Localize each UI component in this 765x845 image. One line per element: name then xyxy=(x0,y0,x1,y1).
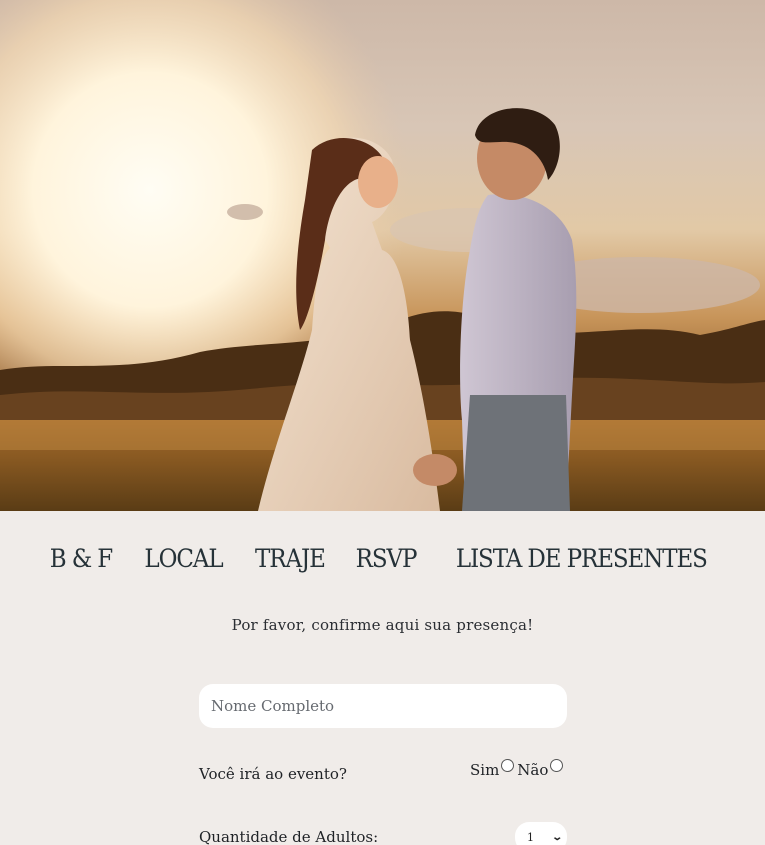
chevron-down-icon: ⌄ xyxy=(550,831,563,843)
attending-yes-radio[interactable] xyxy=(501,759,515,772)
adults-quantity-select[interactable]: 1 ⌄ xyxy=(515,822,567,845)
attending-radio-group: Sim Não xyxy=(470,759,564,781)
attending-option-yes-label: Sim xyxy=(470,761,500,779)
attending-option-no-label: Não xyxy=(517,761,549,779)
adults-quantity-value: 1 xyxy=(527,830,534,844)
nav-item-local[interactable]: LOCAL xyxy=(144,544,223,573)
nav-item-traje[interactable]: TRAJE xyxy=(255,544,326,573)
attending-option-no: Não xyxy=(517,759,564,779)
attending-option-yes: Sim xyxy=(470,759,515,779)
full-name-input[interactable] xyxy=(199,684,567,728)
nav-item-rsvp[interactable]: RSVP xyxy=(356,544,418,573)
attending-question-label: Você irá ao evento? xyxy=(199,765,347,783)
page: B & F LOCAL TRAJE RSVP LISTA DE PRESENTE… xyxy=(0,0,765,845)
nav-item-home[interactable]: B & F xyxy=(50,544,114,573)
adults-quantity-label: Quantidade de Adultos: xyxy=(199,828,379,845)
nav-item-lista-de-presentes[interactable]: LISTA DE PRESENTES xyxy=(456,544,708,573)
hero-photo xyxy=(0,0,765,511)
hero-illustration xyxy=(0,0,765,511)
attending-no-radio[interactable] xyxy=(550,759,564,772)
main-nav: B & F LOCAL TRAJE RSVP LISTA DE PRESENTE… xyxy=(0,536,765,580)
rsvp-invite-text: Por favor, confirme aqui sua presença! xyxy=(231,616,534,634)
